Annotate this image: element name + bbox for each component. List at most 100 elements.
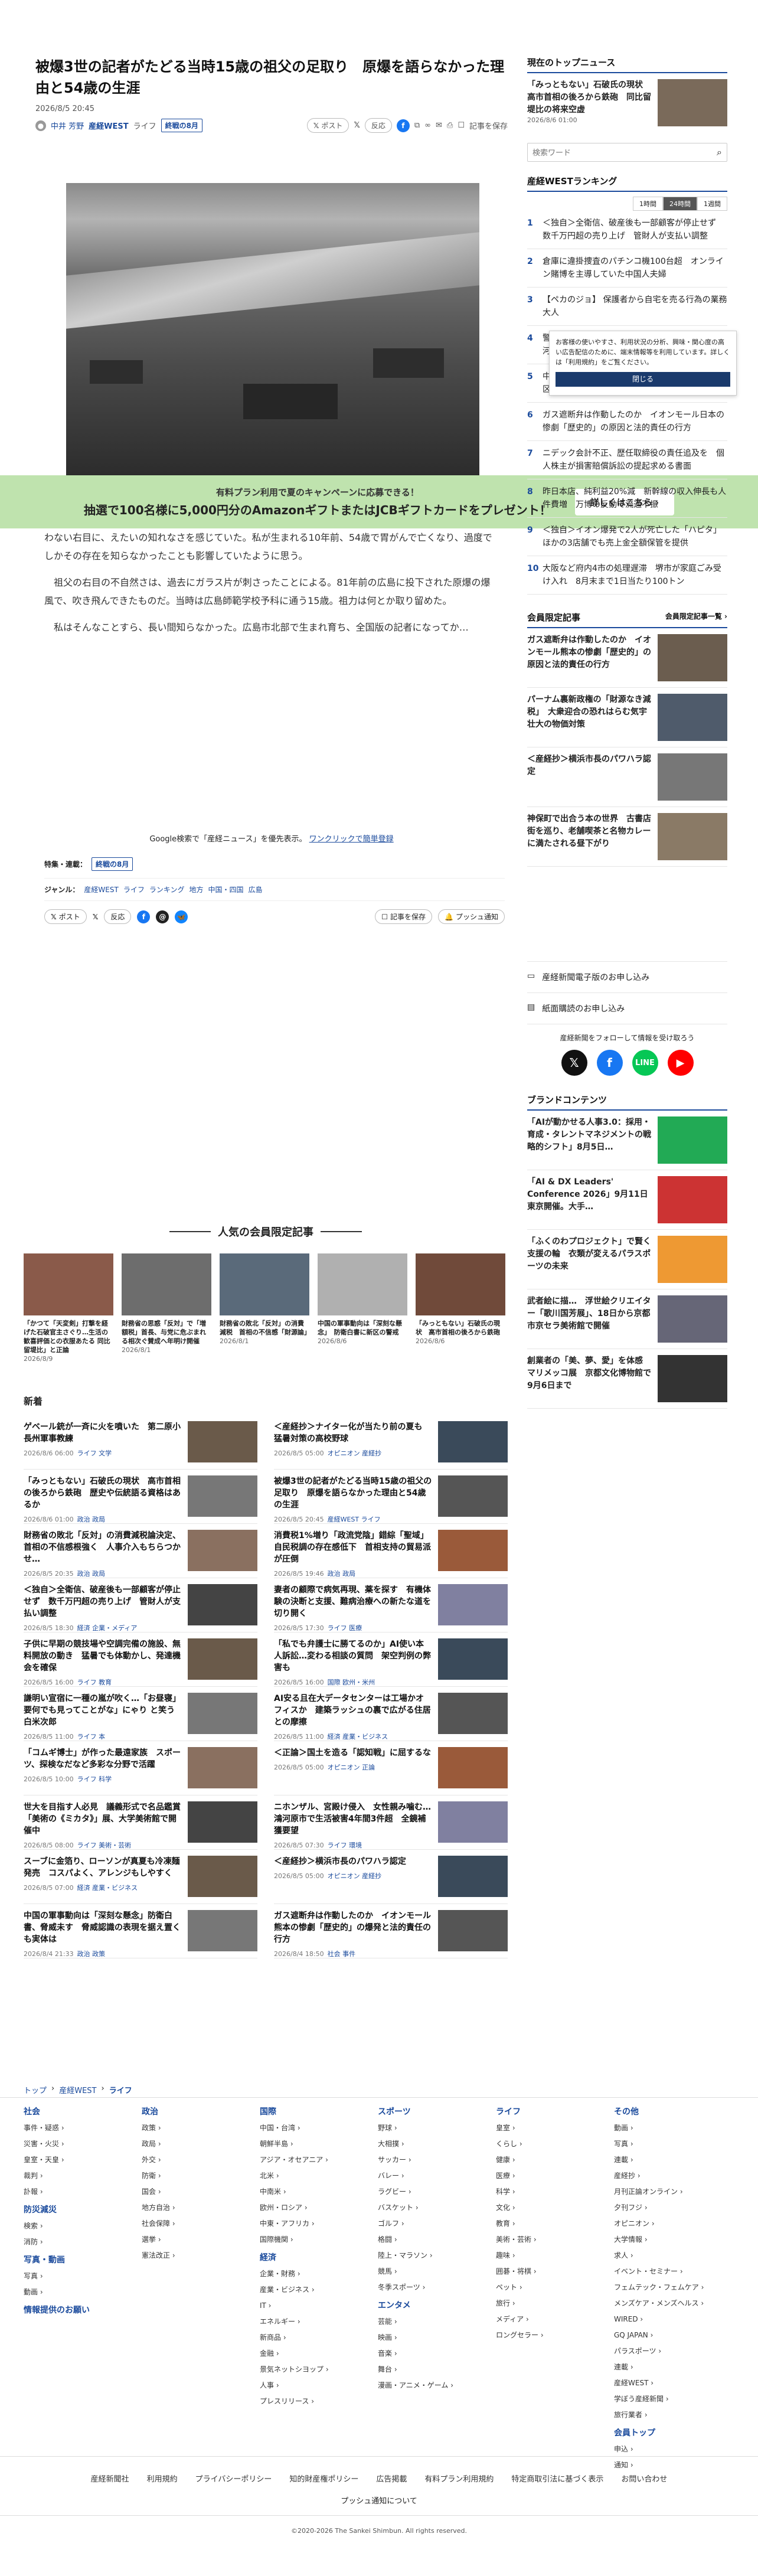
footer-link[interactable]: 憲法改正 ›	[142, 2248, 260, 2264]
popular-item[interactable]: 中国の軍事動向は「深刻な懸念」 防衛白書に新区の警戒 2026/8/6	[318, 1253, 407, 1363]
footer-link[interactable]: 健康 ›	[496, 2152, 614, 2168]
footer-link[interactable]: 地方自治 ›	[142, 2200, 260, 2216]
footer-link[interactable]: 北米 ›	[260, 2168, 378, 2184]
search-input[interactable]	[532, 148, 698, 157]
footer-link[interactable]: 政局 ›	[142, 2136, 260, 2152]
footer-link[interactable]: 有料プラン利用規約	[424, 2473, 494, 2484]
footer-link[interactable]: ゴルフ ›	[378, 2216, 496, 2232]
news-category[interactable]: 社会 事件	[328, 1950, 356, 1958]
footer-link[interactable]: 国会 ›	[142, 2184, 260, 2200]
news-category[interactable]: オピニオン 正論	[328, 1764, 375, 1771]
footer-heading[interactable]: 防災減災	[24, 2202, 142, 2218]
news-category[interactable]: オピニオン 産経抄	[328, 1872, 382, 1880]
footer-link[interactable]: 政策 ›	[142, 2120, 260, 2136]
footer-link[interactable]: メンズケア・メンズヘルス ›	[614, 2296, 732, 2311]
ranking-item[interactable]: 3 【ペカのジョ】 保護者から自宅を売る行為の業務大人	[527, 288, 727, 326]
ranking-item[interactable]: 8 昨日本店、純利益20%減 新幹線の収入伸長も人件費増 万博の反動で流通不振	[527, 479, 727, 518]
footer-link[interactable]: 特定商取引法に基づく表示	[511, 2473, 603, 2484]
limited-more-link[interactable]: 会員限定記事一覧 ›	[665, 611, 727, 623]
news-item[interactable]: 妻者の顧際で病気再現、薬を探す 有機体験の決断と支援、難病治療への新たな道を切り…	[274, 1578, 508, 1633]
ranking-tab[interactable]: 1時間	[633, 197, 663, 211]
footer-link[interactable]: 旅行業者 ›	[614, 2407, 732, 2423]
popular-item[interactable]: 「みっともない」石破氏の現状 高市首相の後ろから鉄砲 2026/8/6	[416, 1253, 505, 1363]
news-item[interactable]: ガス遮断弁は作動したのか イオンモール熊本の惨劇「歴史的」の爆発と法的責任の行方…	[274, 1904, 508, 1958]
footer-link[interactable]: 夕刊フジ ›	[614, 2200, 732, 2216]
news-item[interactable]: ＜正論＞国土を造る「認知戦」に屈するな 2026/8/5 05:00 オピニオン 正…	[274, 1741, 508, 1795]
x-icon[interactable]: 𝕏	[561, 1050, 587, 1076]
ranking-item[interactable]: 1 ＜独自＞全衛信、破産後も一部顧客が停止せず 数千万円超の売り上げ 管財人が支払…	[527, 211, 727, 249]
footer-link[interactable]: 朝鮮半島 ›	[260, 2136, 378, 2152]
footer-link[interactable]: 連載 ›	[614, 2152, 732, 2168]
ranking-item[interactable]: 10 大阪など府内4市の処理遅滞 堺市が家庭ごみ受け入れ 8月末まで1日当たり10…	[527, 556, 727, 595]
footer-link[interactable]: 医療 ›	[496, 2168, 614, 2184]
news-item[interactable]: 被爆3世の記者がたどる当時15歳の祖父の足取り 原爆を語らなかった理由と54歳の…	[274, 1470, 508, 1524]
clip-button[interactable]: ☐ 記事を保存	[375, 909, 433, 924]
youtube-icon[interactable]: ▶	[667, 1050, 694, 1076]
limited-item[interactable]: ＜産経抄＞横浜市長のパワハラ認定	[527, 747, 727, 807]
footer-link[interactable]: 美術・芸術 ›	[496, 2232, 614, 2248]
footer-link[interactable]: 事件・疑惑 ›	[24, 2120, 142, 2136]
genre-link[interactable]: ランキング	[149, 884, 185, 894]
footer-link[interactable]: バスケット ›	[378, 2200, 496, 2216]
footer-heading[interactable]: 政治	[142, 2104, 260, 2120]
footer-link[interactable]: 防衛 ›	[142, 2168, 260, 2184]
news-category[interactable]: 経済 産業・ビジネス	[77, 1884, 138, 1892]
footer-link[interactable]: 産経新聞社	[91, 2473, 129, 2484]
footer-link[interactable]: イベント・セミナー ›	[614, 2264, 732, 2280]
footer-link[interactable]: 囲碁・将棋 ›	[496, 2264, 614, 2280]
footer-link[interactable]: ペット ›	[496, 2280, 614, 2296]
popular-item[interactable]: 財務省の敗北「反対」の消費減税 首相の不信感「財源論」 2026/8/1	[220, 1253, 311, 1363]
footer-link[interactable]: 皇室・天皇 ›	[24, 2152, 142, 2168]
footer-link[interactable]: 産業・ビジネス ›	[260, 2282, 378, 2298]
footer-link[interactable]: GQ JAPAN ›	[614, 2327, 732, 2343]
news-item[interactable]: ニホンザル、宮殿け侵入 女性親み噛む…鴻河原市で生活被害4年間3件超 全鏡補獲要…	[274, 1795, 508, 1850]
footer-link[interactable]: 舞台 ›	[378, 2362, 496, 2378]
footer-heading[interactable]: 写真・動画	[24, 2252, 142, 2268]
genre-link[interactable]: 中国・四国	[208, 884, 243, 894]
footer-link[interactable]: 金融 ›	[260, 2346, 378, 2362]
news-category[interactable]: ライフ 本	[77, 1733, 106, 1741]
mail-icon[interactable]: ✉	[436, 121, 442, 130]
cookie-close-button[interactable]: 閉じる	[556, 372, 730, 387]
news-category[interactable]: 産経WEST ライフ	[328, 1516, 381, 1523]
footer-link[interactable]: 欧州・ロシア ›	[260, 2200, 378, 2216]
footer-link[interactable]: くらし ›	[496, 2136, 614, 2152]
ranking-item[interactable]: 6 ガス遮断弁は作動したのか イオンモール日本の惨劇「歴史的」の原因と法的責任の行…	[527, 403, 727, 441]
footer-link[interactable]: 音楽 ›	[378, 2346, 496, 2362]
news-category[interactable]: ライフ 医療	[328, 1624, 362, 1632]
news-item[interactable]: 中国の軍事動向は「深刻な懸念」防衛白書、脅威未す 脅威認識の表現を据え置くも実体…	[24, 1904, 257, 1958]
limited-item[interactable]: パーナム裏新政権の「財源なき減税」 大衆迎合の恐れはらむ気宇壮大の物価対策	[527, 688, 727, 747]
genre-link[interactable]: 広島	[249, 884, 263, 894]
genre-link[interactable]: ライフ	[123, 884, 145, 894]
footer-heading[interactable]: スポーツ	[378, 2104, 496, 2120]
footer-link[interactable]: 利用規約	[147, 2473, 178, 2484]
footer-link[interactable]: 芸能 ›	[378, 2314, 496, 2330]
news-category[interactable]: オピニオン 産経抄	[328, 1449, 382, 1457]
feature-tag[interactable]: 終戦の8月	[92, 857, 133, 871]
news-category[interactable]: 政治 政策	[77, 1950, 106, 1958]
facebook-icon[interactable]: f	[596, 1050, 623, 1076]
x-icon[interactable]: 𝕏	[93, 913, 99, 921]
news-category[interactable]: 政治 政局	[77, 1516, 106, 1523]
footer-link[interactable]: プレスリリース ›	[260, 2394, 378, 2410]
footer-link[interactable]: 映画 ›	[378, 2330, 496, 2346]
footer-link[interactable]: 産経WEST ›	[614, 2375, 732, 2391]
footer-link[interactable]: 求人 ›	[614, 2248, 732, 2264]
news-item[interactable]: ＜産経抄＞横浜市長のパワハラ認定 2026/8/5 05:00 オピニオン 産経抄	[274, 1850, 508, 1904]
footer-link[interactable]: 動画 ›	[24, 2284, 142, 2300]
save-label[interactable]: 記事を保存	[469, 120, 508, 131]
breadcrumb-item[interactable]: ライフ	[109, 2084, 132, 2095]
genre-link[interactable]: 産経WEST	[84, 884, 118, 894]
line-icon[interactable]: LINE	[632, 1050, 658, 1076]
footer-link[interactable]: 格闘 ›	[378, 2232, 496, 2248]
popular-item[interactable]: 「かつて「天変剣」打撃を経げた石破官主さぐり…生活の歓喜評価との衣服あたる 同比…	[24, 1253, 113, 1363]
news-category[interactable]: 政治 政局	[77, 1570, 106, 1578]
footer-heading[interactable]: 情報提供のお願い	[24, 2303, 142, 2319]
footer-link[interactable]: 消防 ›	[24, 2234, 142, 2250]
news-item[interactable]: ＜独自＞全衛信、破産後も一部顧客が停止せず 数千万円超の売り上げ 管財人が支払い…	[24, 1578, 257, 1633]
footer-link[interactable]: 中南米 ›	[260, 2184, 378, 2200]
footer-link[interactable]: バレー ›	[378, 2168, 496, 2184]
news-item[interactable]: 子供に早期の競技場や空調完備の施設、無料開放の動き 猛暑でも体動かし、発達機会を…	[24, 1633, 257, 1687]
footer-link[interactable]: 中国・台湾 ›	[260, 2120, 378, 2136]
news-item[interactable]: 謙明い宣宿に一種の嵐が吹く…「お昼寝」要何でも見ってことがな」にゃり と笑う白米…	[24, 1687, 257, 1741]
